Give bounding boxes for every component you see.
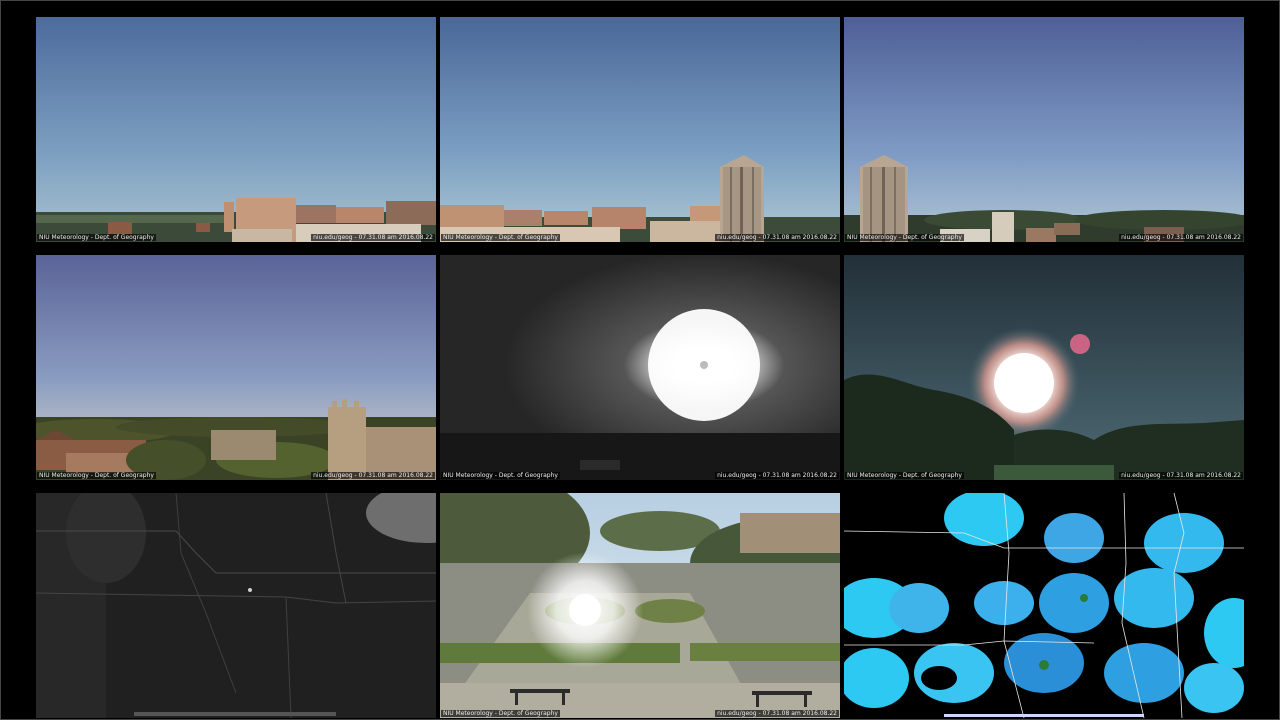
- caption-source: NIU Meteorology - Dept. of Geography: [37, 234, 156, 241]
- caption-source: NIU Meteorology - Dept. of Geography: [845, 472, 964, 479]
- camera-tile-1[interactable]: NIU Meteorology - Dept. of Geography niu…: [36, 17, 436, 242]
- sun-color-image: [844, 255, 1244, 480]
- camera-tile-8[interactable]: NIU Meteorology - Dept. of Geography niu…: [440, 493, 840, 718]
- caption-timestamp: niu.edu/geog - 07.31.08 am 2016.08.22: [1119, 472, 1243, 479]
- martin-luther-king-commons-image: [440, 493, 840, 718]
- camera-tile-6[interactable]: NIU Meteorology - Dept. of Geography niu…: [844, 255, 1244, 480]
- caption-timestamp: niu.edu/geog - 07.31.08 am 2016.08.22: [715, 710, 839, 717]
- caption-timestamp: niu.edu/geog - 07.31.08 am 2016.08.22: [311, 234, 435, 241]
- caption-timestamp: niu.edu/geog - 07.31.08 am 2016.08.22: [311, 472, 435, 479]
- camera-tile-5[interactable]: NIU Meteorology - Dept. of Geography niu…: [440, 255, 840, 480]
- rooftop-northwest-image: [844, 17, 1244, 242]
- caption-timestamp: niu.edu/geog - 07.31.08 am 2016.08.22: [715, 472, 839, 479]
- radar-mosaic-image: [844, 493, 1244, 718]
- rooftop-holmes-image: [440, 17, 840, 242]
- sun-infrared-image: [440, 255, 840, 480]
- caption-source: NIU Meteorology - Dept. of Geography: [441, 472, 560, 479]
- camera-tile-3[interactable]: NIU Meteorology - Dept. of Geography niu…: [844, 17, 1244, 242]
- caption-source: NIU Meteorology - Dept. of Geography: [845, 234, 964, 241]
- caption-source: NIU Meteorology - Dept. of Geography: [441, 234, 560, 241]
- caption-timestamp: niu.edu/geog - 07.31.08 am 2016.08.22: [1119, 234, 1243, 241]
- caption-source: NIU Meteorology - Dept. of Geography: [441, 710, 560, 717]
- camera-tile-2[interactable]: NIU Meteorology - Dept. of Geography niu…: [440, 17, 840, 242]
- altgeld-view-image: [36, 255, 436, 480]
- satellite-tile[interactable]: [36, 493, 436, 718]
- caption-timestamp: niu.edu/geog - 07.31.08 am 2016.08.22: [715, 234, 839, 241]
- rooftop-east-image: [36, 17, 436, 242]
- caption-source: NIU Meteorology - Dept. of Geography: [37, 472, 156, 479]
- radar-tile[interactable]: [844, 493, 1244, 718]
- satellite-visible-image: [36, 493, 436, 718]
- camera-tile-4[interactable]: NIU Meteorology - Dept. of Geography niu…: [36, 255, 436, 480]
